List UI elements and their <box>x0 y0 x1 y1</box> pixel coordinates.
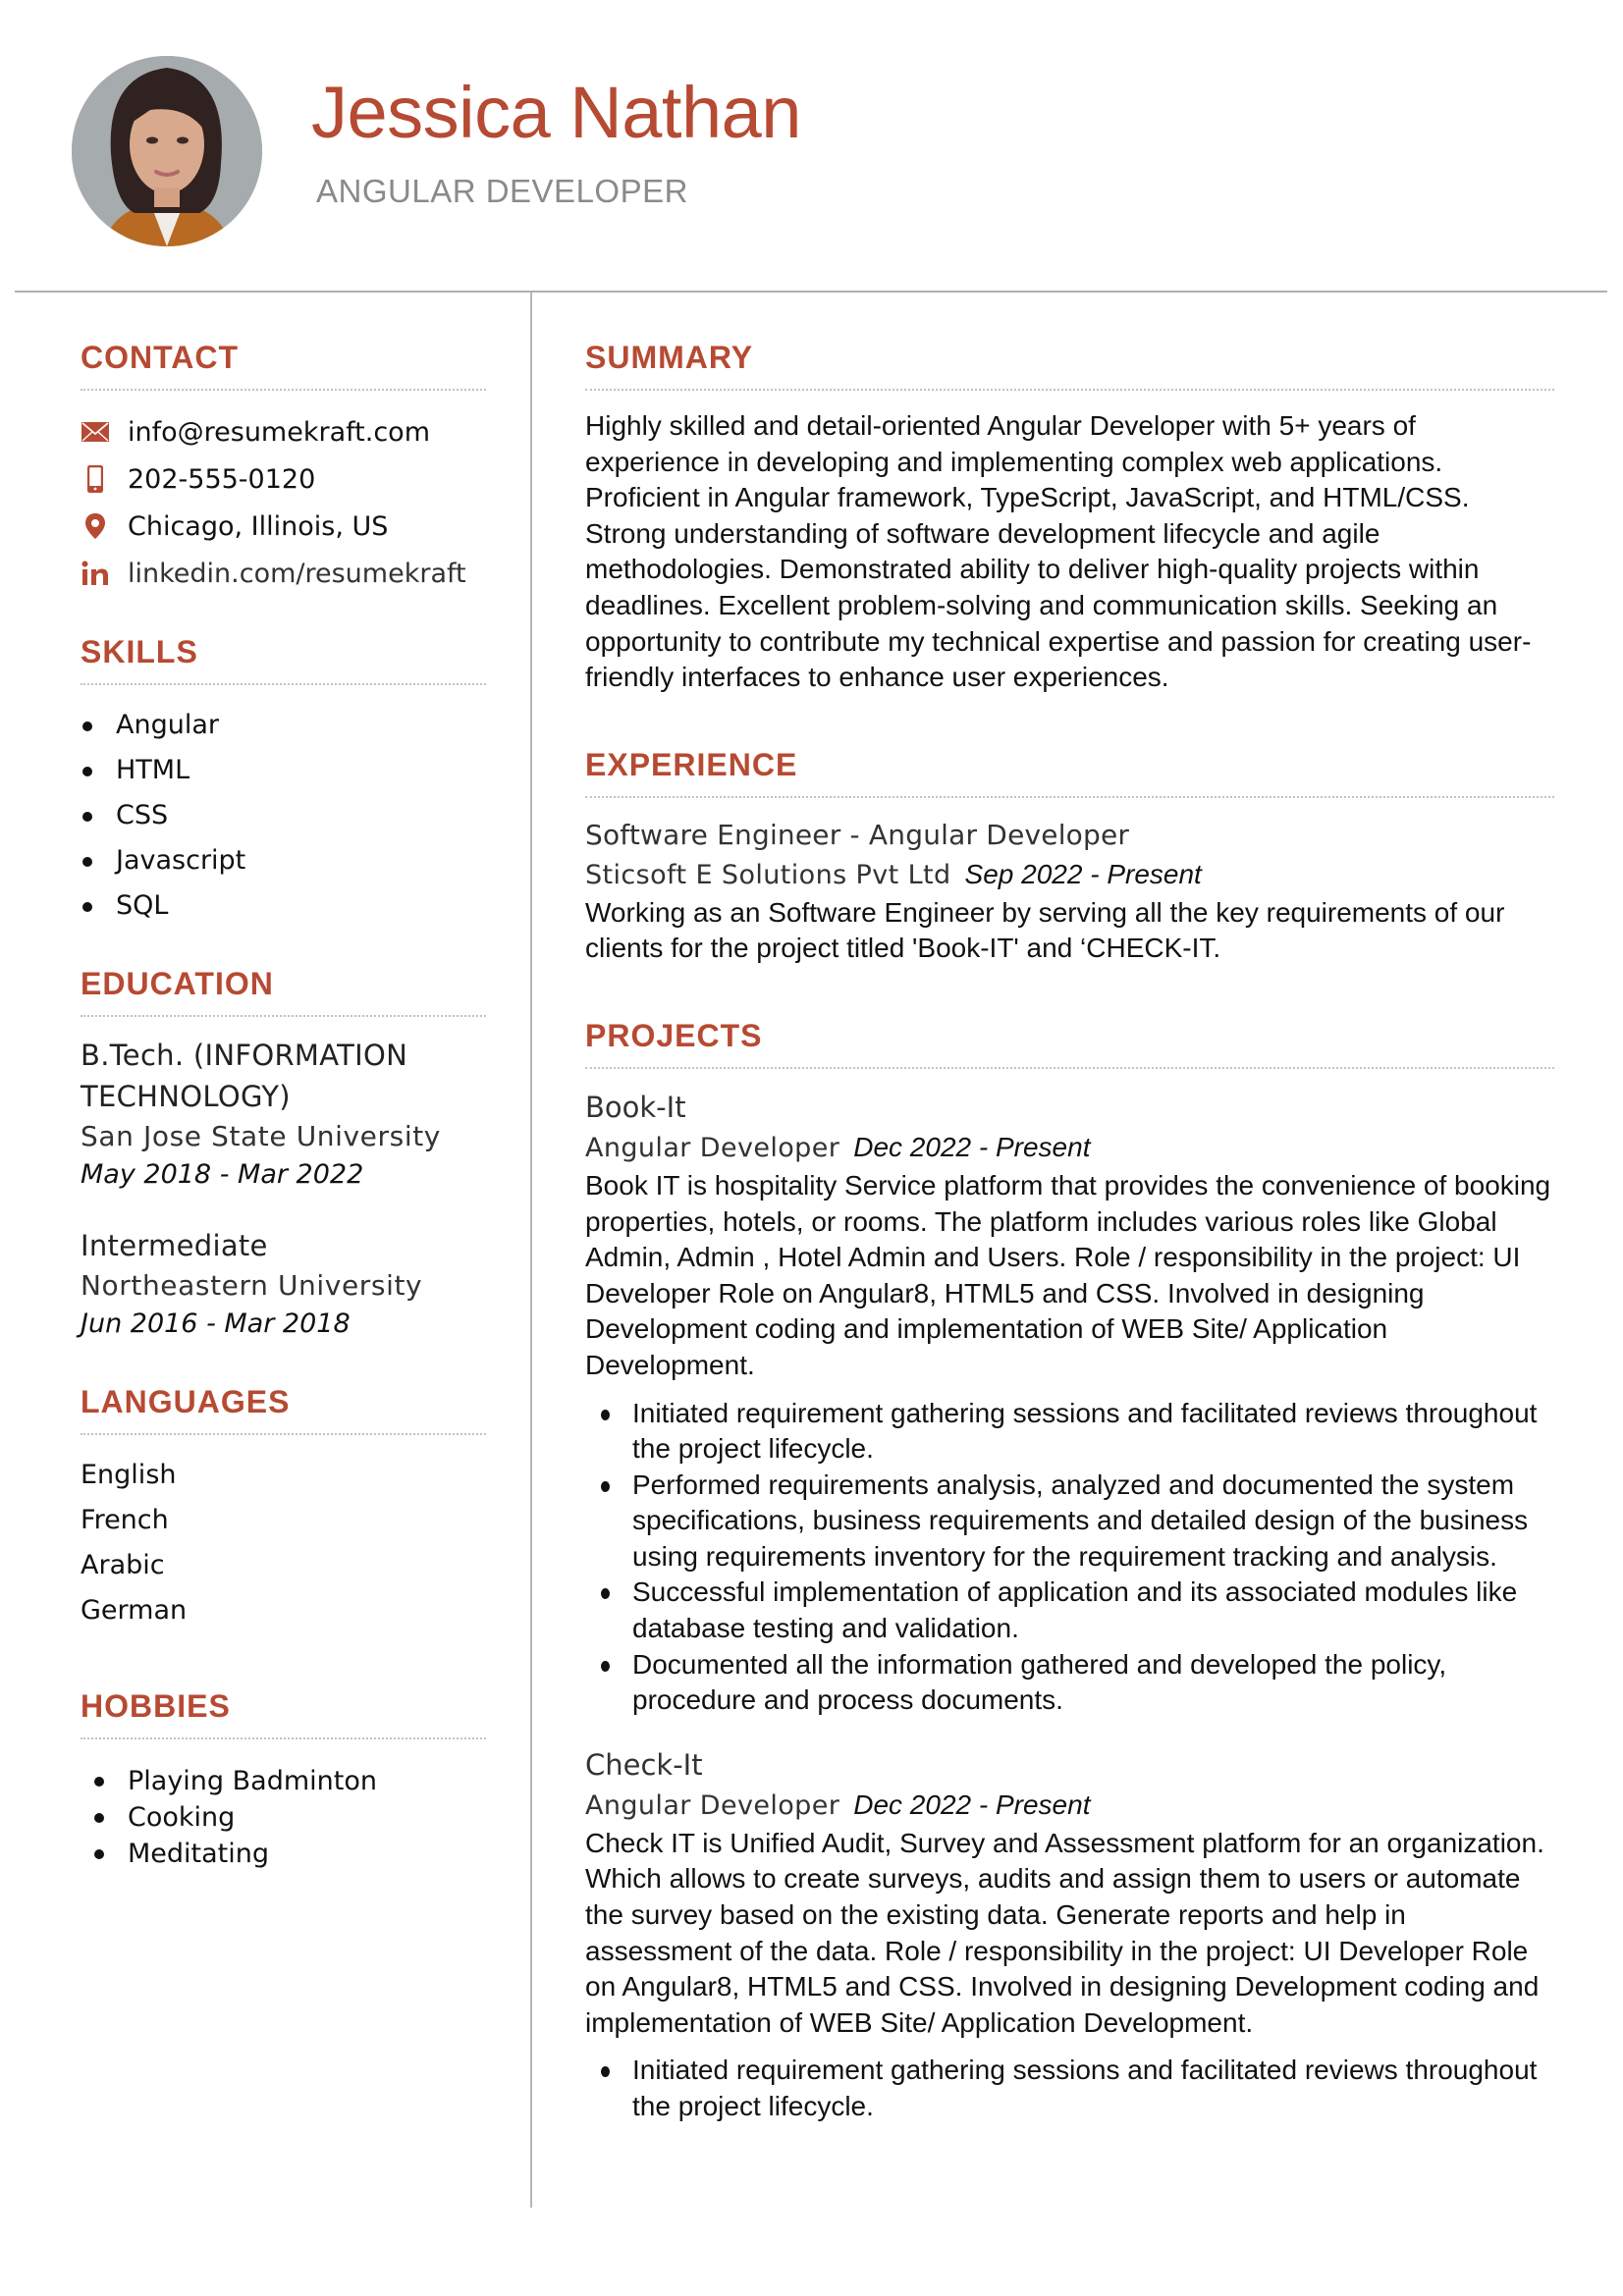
section-heading-experience: EXPERIENCE <box>585 749 1554 798</box>
project-entry: Book-It Angular Developer Dec 2022 - Pres… <box>585 1087 1554 1719</box>
project-bullet: Performed requirements analysis, analyze… <box>585 1468 1554 1575</box>
project-name: Check-It <box>585 1747 703 1782</box>
hobby-item: Cooking <box>81 1799 486 1836</box>
project-entry: Check-It Angular Developer Dec 2022 - Pre… <box>585 1744 1554 2125</box>
skill-item: Javascript <box>81 838 486 883</box>
language-item: French <box>81 1505 169 1535</box>
candidate-name: Jessica Nathan <box>311 72 801 153</box>
projects-section: PROJECTS Book-It Angular Developer Dec 20… <box>585 1020 1554 2125</box>
project-bullets: Initiated requirement gathering sessions… <box>585 1396 1554 1719</box>
education-section: EDUCATION B.Tech. (INFORMATION TECHNOLOG… <box>81 968 486 1343</box>
sidebar: CONTACT info@resumekraft.com 202-555-012… <box>81 342 486 1872</box>
candidate-title: ANGULAR DEVELOPER <box>316 173 688 209</box>
experience-section: EXPERIENCE Software Engineer - Angular D… <box>585 749 1554 967</box>
skill-item: Angular <box>81 703 486 748</box>
summary-text: Highly skilled and detail-oriented Angul… <box>585 410 1532 693</box>
header-divider <box>15 291 1607 293</box>
map-pin-icon <box>81 511 110 541</box>
envelope-icon <box>81 417 110 447</box>
hobby-item: Playing Badminton <box>81 1763 486 1799</box>
skill-item: SQL <box>81 883 486 929</box>
project-dates: Dec 2022 - Present <box>853 1789 1091 1820</box>
main-content: SUMMARY Highly skilled and detail-orient… <box>585 342 1554 2125</box>
section-heading-education: EDUCATION <box>81 968 486 1017</box>
language-item: Arabic <box>81 1550 165 1580</box>
column-divider <box>530 293 532 2208</box>
hobbies-list: Playing Badminton Cooking Meditating <box>81 1763 486 1872</box>
project-bullets: Initiated requirement gathering sessions… <box>585 2053 1554 2124</box>
project-role: Angular Developer <box>585 1132 840 1163</box>
skill-item: HTML <box>81 748 486 793</box>
job-dates: Sep 2022 - Present <box>964 858 1202 889</box>
contact-linkedin: linkedin.com/resumekraft <box>81 550 486 597</box>
experience-entry: Software Engineer - Angular Developer St… <box>585 816 1554 967</box>
contact-email: info@resumekraft.com <box>81 408 486 455</box>
contact-phone-text: 202-555-0120 <box>128 463 316 495</box>
education-dates: Jun 2016 - Mar 2018 <box>81 1308 351 1339</box>
job-title: Software Engineer - Angular Developer <box>585 818 1130 851</box>
section-heading-projects: PROJECTS <box>585 1020 1554 1069</box>
portrait-illustration <box>72 56 262 246</box>
project-bullet: Initiated requirement gathering sessions… <box>585 1396 1554 1468</box>
project-role-line: Angular Developer Dec 2022 - Present <box>585 1128 1554 1168</box>
section-heading-hobbies: HOBBIES <box>81 1690 486 1739</box>
skills-section: SKILLS Angular HTML CSS Javascript SQL <box>81 636 486 929</box>
education-school: San Jose State University <box>81 1120 441 1152</box>
section-heading-summary: SUMMARY <box>585 342 1554 391</box>
project-name: Book-It <box>585 1090 686 1124</box>
project-role-line: Angular Developer Dec 2022 - Present <box>585 1786 1554 1826</box>
contact-linkedin-link[interactable]: linkedin.com/resumekraft <box>128 559 466 589</box>
education-degree: Intermediate <box>81 1229 268 1262</box>
contact-section: CONTACT info@resumekraft.com 202-555-012… <box>81 342 486 597</box>
project-bullet: Initiated requirement gathering sessions… <box>585 2053 1554 2124</box>
linkedin-icon <box>81 559 110 588</box>
section-heading-skills: SKILLS <box>81 636 486 685</box>
skill-item: CSS <box>81 793 486 838</box>
section-heading-languages: LANGUAGES <box>81 1386 486 1435</box>
job-description: Working as an Software Engineer by servi… <box>585 896 1505 964</box>
job-company: Sticsoft E Solutions Pvt Ltd <box>585 859 951 890</box>
skills-list: Angular HTML CSS Javascript SQL <box>81 703 486 929</box>
education-entry: B.Tech. (INFORMATION TECHNOLOGY) San Jos… <box>81 1035 486 1194</box>
contact-location: Chicago, Illinois, US <box>81 503 486 550</box>
project-bullet: Successful implementation of application… <box>585 1575 1554 1646</box>
contact-phone: 202-555-0120 <box>81 455 486 503</box>
job-company-line: Sticsoft E Solutions Pvt Ltd Sep 2022 - P… <box>585 855 1554 895</box>
language-item: German <box>81 1595 188 1626</box>
section-heading-contact: CONTACT <box>81 342 486 391</box>
contact-location-text: Chicago, Illinois, US <box>128 510 389 542</box>
hobbies-section: HOBBIES Playing Badminton Cooking Medita… <box>81 1690 486 1872</box>
summary-section: SUMMARY Highly skilled and detail-orient… <box>585 342 1554 696</box>
language-item: English <box>81 1460 177 1490</box>
project-role: Angular Developer <box>585 1789 840 1821</box>
profile-photo <box>72 56 262 246</box>
hobby-item: Meditating <box>81 1836 486 1872</box>
education-degree: B.Tech. (INFORMATION TECHNOLOGY) <box>81 1039 408 1113</box>
project-description: Check IT is Unified Audit, Survey and As… <box>585 1827 1544 2038</box>
languages-section: LANGUAGES English French Arabic German <box>81 1386 486 1633</box>
education-dates: May 2018 - Mar 2022 <box>81 1159 364 1190</box>
mobile-phone-icon <box>81 464 110 494</box>
education-entry: Intermediate Northeastern University Jun… <box>81 1225 486 1343</box>
contact-email-text[interactable]: info@resumekraft.com <box>128 417 430 448</box>
education-school: Northeastern University <box>81 1269 423 1302</box>
project-dates: Dec 2022 - Present <box>853 1131 1091 1162</box>
project-bullet: Documented all the information gathered … <box>585 1647 1554 1719</box>
project-description: Book IT is hospitality Service platform … <box>585 1169 1551 1380</box>
